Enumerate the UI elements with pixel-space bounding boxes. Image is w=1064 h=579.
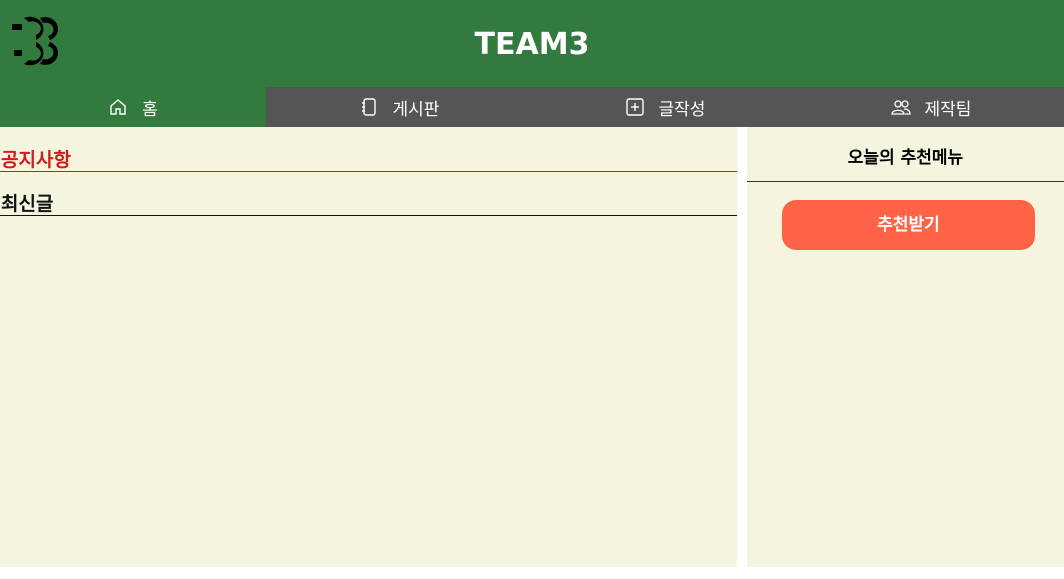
main-content: 공지사항 최신글 (0, 127, 737, 567)
nav-item-team[interactable]: 제작팀 (798, 87, 1064, 127)
notebook-icon (359, 97, 379, 117)
column-divider (737, 127, 747, 567)
recommend-menu-title: 오늘의 추천메뉴 (747, 127, 1064, 182)
header-bar: TEAM3 (0, 0, 1064, 87)
nav-item-write[interactable]: 글작성 (532, 87, 798, 127)
nav-item-board[interactable]: 게시판 (266, 87, 532, 127)
recent-posts-title[interactable]: 최신글 (0, 189, 737, 216)
get-recommendation-button[interactable]: 추천받기 (782, 200, 1035, 250)
nav-item-home[interactable]: 홈 (0, 87, 266, 127)
nav-item-label: 게시판 (392, 99, 440, 120)
nav-item-label: 글작성 (658, 99, 706, 120)
nav-item-label: 홈 (142, 99, 158, 120)
plus-square-icon (625, 97, 645, 117)
team-icon (890, 97, 911, 117)
main-nav: 홈 게시판 글작성 제작팀 (0, 87, 1064, 127)
sidebar: 오늘의 추천메뉴 추천받기 (747, 127, 1064, 567)
notice-section-title[interactable]: 공지사항 (0, 145, 737, 172)
site-title: TEAM3 (474, 27, 590, 62)
nav-item-label: 제작팀 (924, 99, 972, 120)
home-icon (108, 97, 128, 117)
